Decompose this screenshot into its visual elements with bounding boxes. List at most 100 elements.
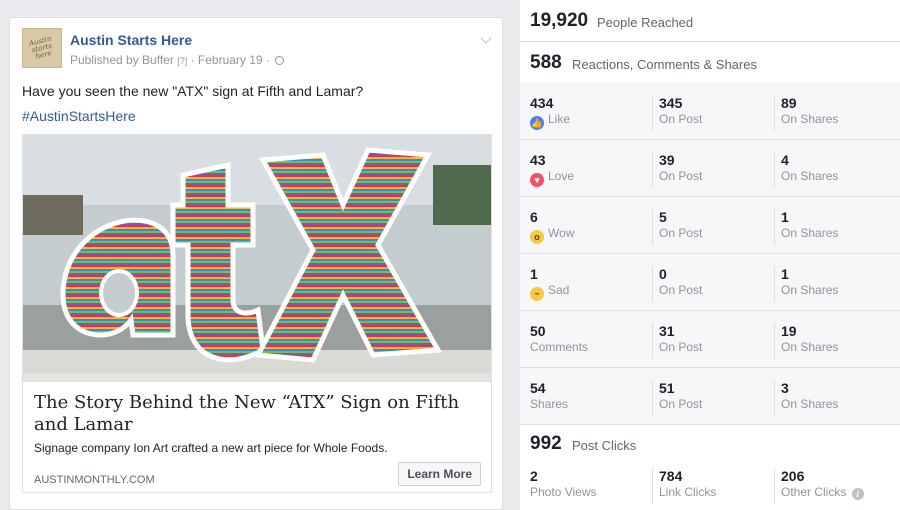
on-shares-cell: 19 On Shares [774, 323, 900, 359]
comments-label: Comments [530, 340, 589, 354]
reactions-breakdown: 434 👍 Like 345 On Post 89 On Shares 43 ♥ L… [520, 83, 900, 425]
like-icon: 👍 [530, 116, 544, 130]
wow-label-wrap: o Wow [530, 226, 650, 244]
link-domain: AUSTINMONTHLY.COM [34, 474, 155, 486]
reaction-row-love: 43 ♥ Love 39 On Post 4 On Shares [520, 140, 900, 197]
sad-total: 1 [530, 266, 538, 282]
people-reached-value: 19,920 [530, 10, 589, 31]
love-total: 43 [530, 152, 546, 168]
clicks-breakdown-row: 2 Photo Views 784 Link Clicks 206 Other … [520, 462, 900, 510]
link-clicks-label: Link Clicks [659, 485, 717, 499]
on-shares-label: On Shares [781, 112, 839, 126]
reaction-total-cell: 43 ♥ Love [520, 152, 650, 188]
info-icon[interactable]: i [851, 488, 864, 500]
on-post-label: On Post [659, 283, 703, 297]
sad-on-shares: 1 [781, 266, 789, 282]
shares-label: Shares [530, 397, 569, 411]
shares-total-cell: 54 Shares [520, 380, 650, 416]
on-shares-cell: 3 On Shares [774, 380, 900, 416]
link-preview-image[interactable] [23, 135, 491, 381]
photo-views-cell: 2 Photo Views [520, 468, 650, 504]
sad-label-wrap: ~ Sad [530, 283, 650, 301]
comments-total: 50 [530, 323, 546, 339]
on-shares-label: On Shares [781, 340, 839, 354]
love-on-post: 39 [659, 152, 675, 168]
photo-views-label: Photo Views [530, 485, 597, 499]
post-clicks-value: 992 [530, 433, 562, 454]
love-label-wrap: ♥ Love [530, 169, 650, 187]
comments-total-cell: 50 Comments [520, 323, 650, 359]
reaction-row-like: 434 👍 Like 345 On Post 89 On Shares [520, 83, 900, 140]
sad-on-post: 0 [659, 266, 667, 282]
post-clicks-label: Post Clicks [572, 438, 637, 453]
on-post-label: On Post [659, 397, 703, 411]
love-icon: ♥ [530, 173, 544, 187]
other-clicks-value: 206 [781, 468, 805, 484]
comments-on-post: 31 [659, 323, 675, 339]
shares-on-post: 51 [659, 380, 675, 396]
shares-row: 54 Shares 51 On Post 3 On Shares [520, 368, 900, 425]
published-by: Published by Buffer [70, 53, 174, 67]
on-post-cell: 345 On Post [652, 95, 774, 131]
on-post-cell: 5 On Post [652, 209, 774, 245]
post-insights-panel: 19,920 People Reached 588 Reactions, Com… [520, 0, 900, 510]
post-date[interactable]: February 19 [198, 53, 263, 67]
on-shares-cell: 1 On Shares [774, 266, 900, 302]
hashtag-link[interactable]: #AustinStartsHere [22, 108, 136, 124]
reaction-total-cell: 434 👍 Like [520, 95, 650, 131]
reaction-total-cell: 6 o Wow [520, 209, 650, 245]
shares-total: 54 [530, 380, 546, 396]
like-label: Like [548, 112, 571, 126]
people-reached-label: People Reached [597, 15, 694, 30]
engagement-label: Reactions, Comments & Shares [572, 57, 757, 72]
post-meta: Published by Buffer [?] · February 19 · [70, 53, 285, 67]
link-preview-card[interactable]: The Story Behind the New “ATX” Sign on F… [22, 134, 492, 493]
chevron-down-icon[interactable] [480, 32, 492, 44]
like-label-wrap: 👍 Like [530, 112, 650, 130]
link-clicks-cell: 784 Link Clicks [652, 468, 774, 504]
meta-separator: · [190, 53, 195, 67]
wow-icon: o [530, 230, 544, 244]
on-shares-label: On Shares [781, 226, 839, 240]
photo-views-value: 2 [530, 468, 538, 484]
link-clicks-value: 784 [659, 468, 683, 484]
other-clicks-label-wrap: Other Clicks i [781, 485, 900, 500]
learn-more-button[interactable]: Learn More [398, 462, 481, 486]
help-link[interactable]: [?] [177, 56, 187, 66]
avatar-logo-text: Austin starts here [28, 34, 53, 61]
post-clicks-section: 992 Post Clicks [520, 425, 900, 465]
on-post-label: On Post [659, 340, 703, 354]
page-avatar[interactable]: Austin starts here [22, 28, 62, 68]
meta-separator: · [265, 53, 270, 67]
on-post-cell: 39 On Post [652, 152, 774, 188]
wow-total: 6 [530, 209, 538, 225]
like-on-post: 345 [659, 95, 683, 111]
love-label: Love [548, 169, 575, 183]
reaction-total-cell: 1 ~ Sad [520, 266, 650, 302]
post-text: Have you seen the new "ATX" sign at Fift… [22, 83, 364, 99]
on-shares-label: On Shares [781, 397, 839, 411]
on-post-label: On Post [659, 226, 703, 240]
comments-on-shares: 19 [781, 323, 797, 339]
love-on-shares: 4 [781, 152, 789, 168]
on-post-label: On Post [659, 169, 703, 183]
on-post-cell: 0 On Post [652, 266, 774, 302]
post-header: Austin starts here Austin Starts Here Pu… [22, 28, 492, 72]
page-name-link[interactable]: Austin Starts Here [70, 32, 192, 48]
other-clicks-label: Other Clicks [781, 485, 847, 499]
sad-icon: ~ [530, 287, 544, 301]
post-card: Austin starts here Austin Starts Here Pu… [9, 17, 503, 510]
comments-row: 50 Comments 31 On Post 19 On Shares [520, 311, 900, 368]
other-clicks-cell: 206 Other Clicks i [774, 468, 900, 504]
reaction-row-sad: 1 ~ Sad 0 On Post 1 On Shares [520, 254, 900, 311]
like-total: 434 [530, 95, 554, 111]
link-description: Signage company Ion Art crafted a new ar… [34, 441, 388, 455]
sad-label: Sad [548, 283, 570, 297]
wow-on-shares: 1 [781, 209, 789, 225]
wow-label: Wow [548, 226, 575, 240]
link-title[interactable]: The Story Behind the New “ATX” Sign on F… [34, 392, 464, 436]
on-shares-label: On Shares [781, 169, 839, 183]
engagement-section: 588 Reactions, Comments & Shares [520, 42, 900, 84]
on-shares-cell: 1 On Shares [774, 209, 900, 245]
on-post-cell: 51 On Post [652, 380, 774, 416]
